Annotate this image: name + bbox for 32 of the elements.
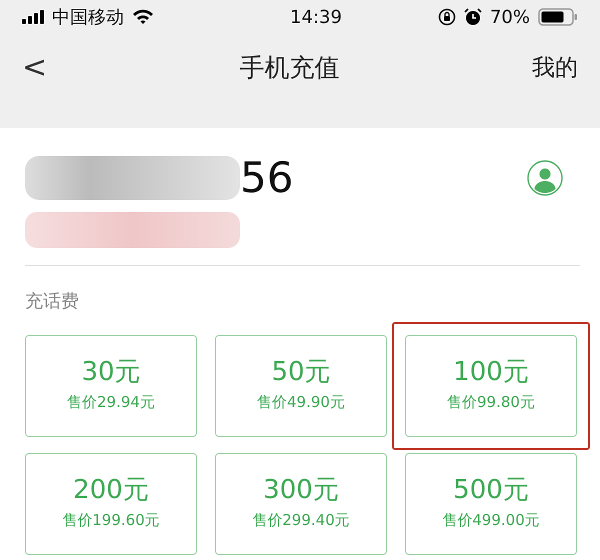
plan-price: 售价29.94元 [67, 392, 155, 414]
alarm-icon [464, 8, 482, 26]
page-title: 手机充值 [240, 52, 340, 84]
phone-number: 56 [240, 157, 294, 199]
plan-amount: 100元 [453, 358, 529, 388]
battery-icon [538, 8, 578, 26]
plan-option[interactable]: 30元 售价29.94元 [25, 335, 197, 437]
rotation-lock-icon [438, 8, 456, 26]
plan-price: 售价499.00元 [442, 510, 540, 532]
wifi-icon [132, 9, 154, 25]
plan-amount: 500元 [453, 476, 529, 506]
plan-amount: 50元 [271, 358, 331, 388]
carrier-name: 中国移动 [52, 6, 124, 30]
plan-amount: 200元 [73, 476, 149, 506]
plan-option[interactable]: 200元 售价199.60元 [25, 453, 197, 555]
mine-link[interactable]: 我的 [532, 50, 578, 86]
plan-amount: 300元 [263, 476, 339, 506]
plan-amount: 30元 [81, 358, 141, 388]
back-button[interactable]: < [22, 53, 48, 83]
contact-icon[interactable] [527, 160, 563, 196]
plan-price: 售价299.40元 [252, 510, 350, 532]
plan-option[interactable]: 500元 售价499.00元 [405, 453, 577, 555]
plan-price: 售价49.90元 [257, 392, 345, 414]
battery-percent: 70% [490, 6, 530, 30]
signal-icon [22, 10, 44, 24]
plan-option[interactable]: 300元 售价299.40元 [215, 453, 387, 555]
clock-time: 14:39 [290, 6, 342, 30]
plan-option[interactable]: 50元 售价49.90元 [215, 335, 387, 437]
plan-price: 售价199.60元 [62, 510, 160, 532]
section-title: 充话费 [24, 290, 80, 314]
plan-option[interactable]: 100元 售价99.80元 [405, 335, 577, 437]
plan-price: 售价99.80元 [447, 392, 535, 414]
